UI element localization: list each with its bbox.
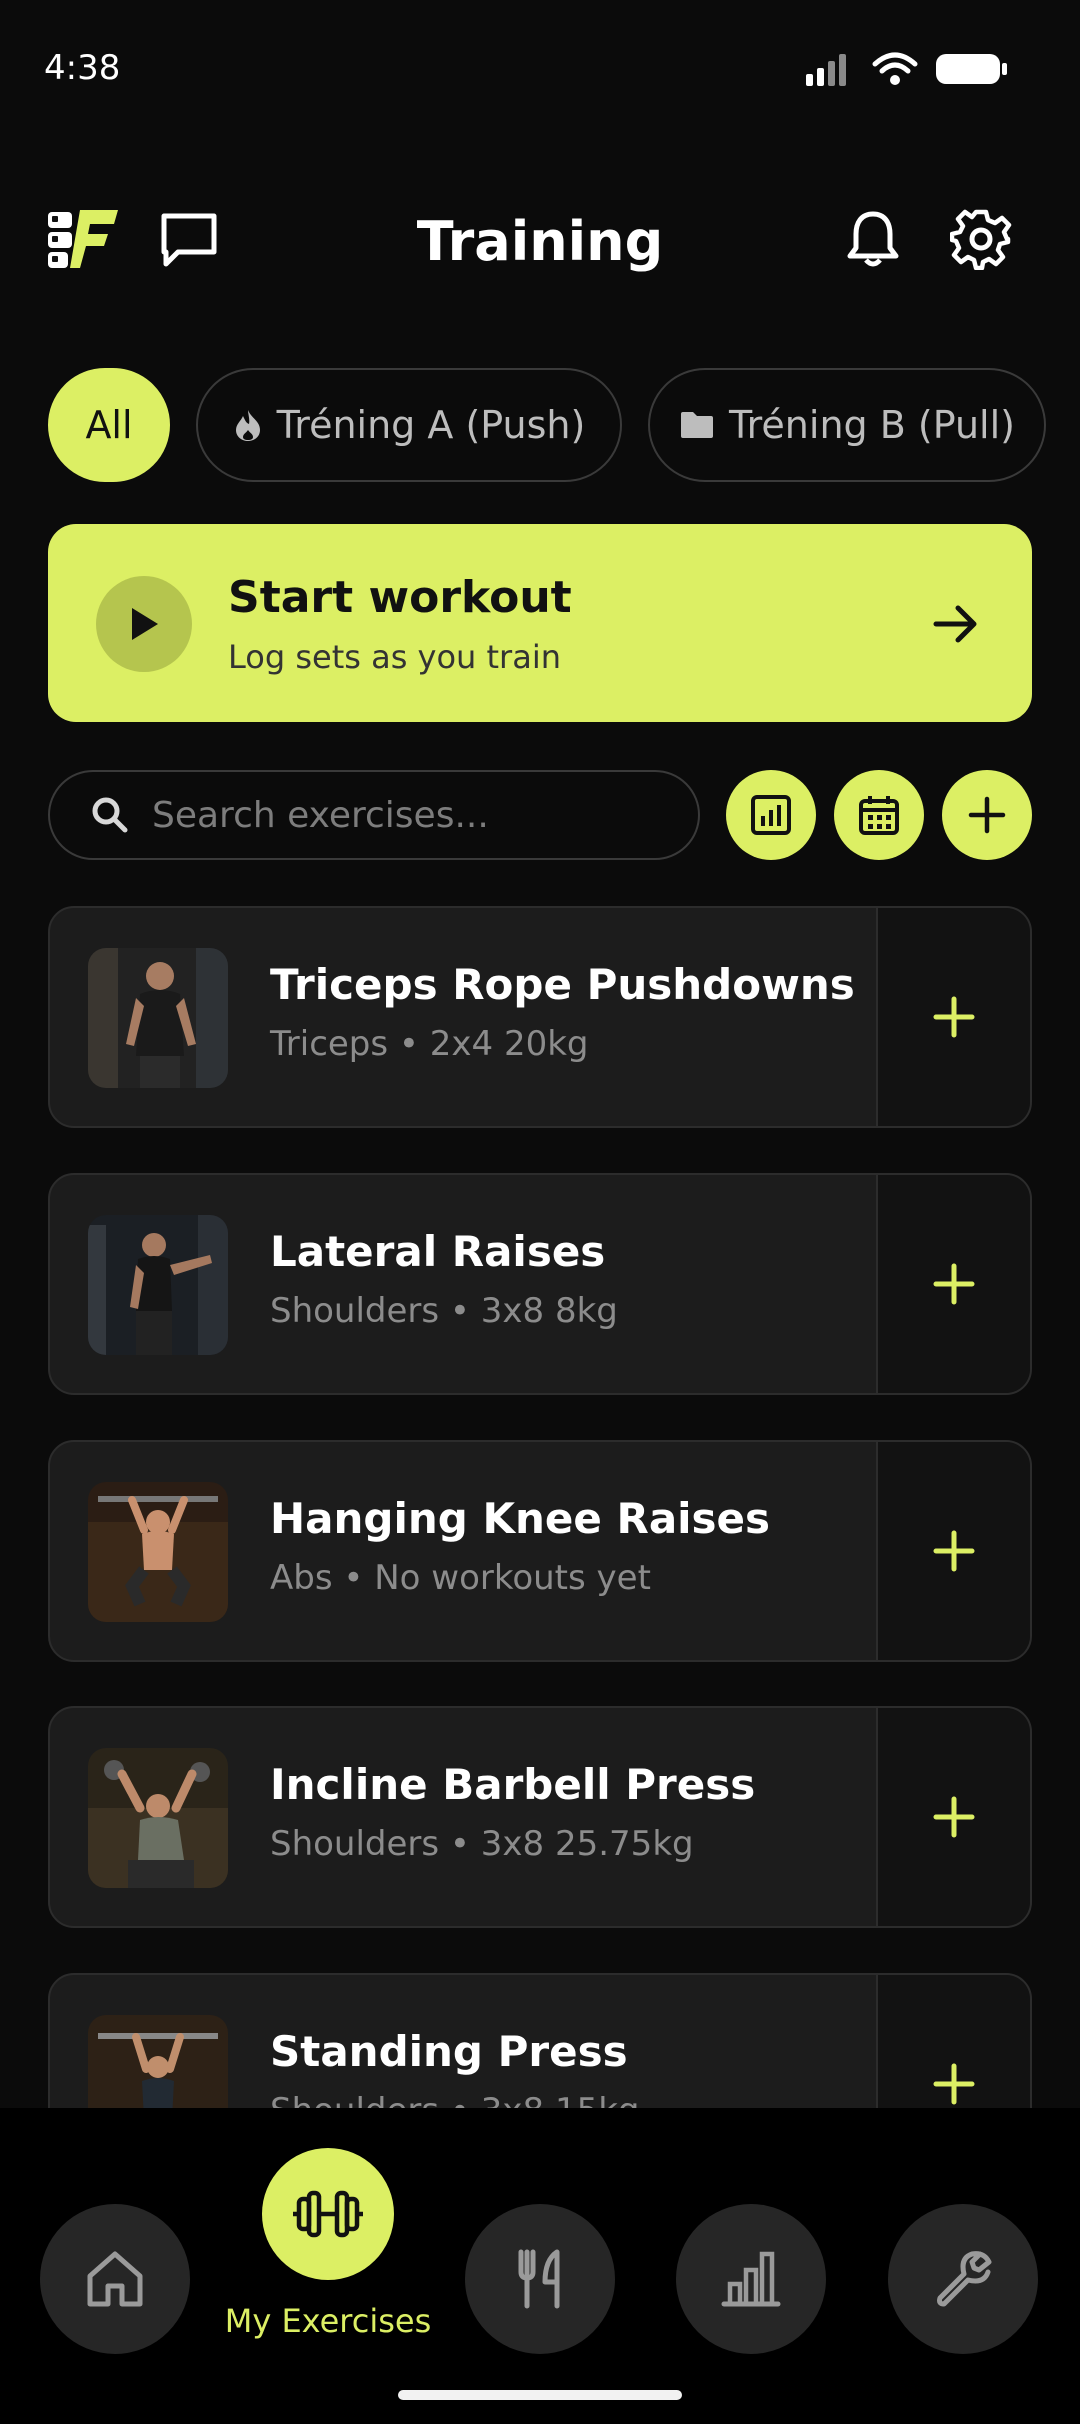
flame-icon [235, 410, 260, 441]
play-button[interactable] [96, 576, 192, 672]
chip-label: Tréning B (Pull) [729, 403, 1015, 447]
app-logo[interactable] [46, 206, 120, 272]
exercise-meta: Triceps • 2x4 20kg [270, 1024, 589, 1064]
add-exercise-button[interactable] [942, 770, 1032, 860]
folder-icon [681, 412, 714, 438]
exercise-card[interactable]: Lateral Raises Shoulders • 3x8 8kg [48, 1173, 1032, 1395]
nav-nutrition[interactable] [465, 2204, 615, 2354]
chip-label: Tréning A (Push) [276, 403, 586, 447]
exercise-card[interactable]: Incline Barbell Press Shoulders • 3x8 25… [48, 1706, 1032, 1928]
exercise-name: Hanging Knee Raises [270, 1494, 771, 1543]
nav-home[interactable] [40, 2204, 190, 2354]
exercise-name: Lateral Raises [270, 1227, 606, 1276]
start-workout-subtitle: Log sets as you train [228, 638, 561, 676]
bottom-nav: My Exercises [0, 2108, 1080, 2424]
status-icons [806, 52, 1008, 86]
add-set-button[interactable] [876, 1175, 1030, 1393]
start-workout-title: Start workout [228, 572, 572, 623]
exercise-card[interactable]: Triceps Rope Pushdowns Triceps • 2x4 20k… [48, 906, 1032, 1128]
add-set-button[interactable] [876, 908, 1030, 1126]
dumbbell-icon [293, 2190, 363, 2238]
play-icon [132, 608, 158, 640]
nav-label-my-exercises: My Exercises [224, 2302, 432, 2340]
exercise-thumbnail [88, 1482, 228, 1622]
home-indicator [398, 2390, 682, 2400]
plus-icon [933, 2063, 975, 2105]
exercise-name: Triceps Rope Pushdowns [270, 960, 855, 1009]
plus-icon [933, 1796, 975, 1838]
chip-training-b[interactable]: Tréning B (Pull) [648, 368, 1046, 482]
exercise-card[interactable]: Hanging Knee Raises Abs • No workouts ye… [48, 1440, 1032, 1662]
exercise-meta: Shoulders • 3x8 8kg [270, 1291, 618, 1331]
report-chart-icon [751, 795, 791, 835]
plus-icon [933, 1263, 975, 1305]
gear-icon[interactable] [949, 208, 1012, 271]
calendar-icon [859, 796, 899, 835]
search-input[interactable] [150, 793, 674, 837]
chat-icon[interactable] [158, 208, 220, 270]
exercise-card[interactable]: Standing Press Shoulders • 3x8 15kg [48, 1973, 1032, 2108]
exercise-meta: Abs • No workouts yet [270, 1558, 651, 1598]
wrench-icon [937, 2251, 992, 2307]
add-set-button[interactable] [876, 1975, 1030, 2108]
signal-icon [806, 54, 846, 86]
plus-icon [933, 996, 975, 1038]
stats-button[interactable] [726, 770, 816, 860]
exercise-meta: Shoulders • 3x8 25.75kg [270, 1824, 694, 1864]
exercise-name: Standing Press [270, 2027, 628, 2076]
add-set-button[interactable] [876, 1442, 1030, 1660]
chip-label: All [85, 403, 133, 447]
exercise-thumbnail [88, 948, 228, 1088]
battery-icon [936, 54, 1007, 84]
exercise-meta: Shoulders • 3x8 15kg [270, 2091, 640, 2108]
nav-stats[interactable] [676, 2204, 826, 2354]
status-time: 4:38 [44, 48, 121, 88]
plus-icon [968, 796, 1006, 834]
exercise-list[interactable]: Triceps Rope Pushdowns Triceps • 2x4 20k… [0, 900, 1080, 2108]
plus-icon [933, 1530, 975, 1572]
bell-icon[interactable] [842, 208, 904, 270]
search-icon [92, 797, 128, 833]
fork-knife-icon [518, 2249, 560, 2309]
wifi-icon [872, 52, 918, 85]
nav-my-exercises[interactable] [262, 2148, 394, 2280]
exercise-thumbnail [88, 2015, 228, 2108]
exercise-name: Incline Barbell Press [270, 1760, 756, 1809]
bar-chart-icon [721, 2251, 781, 2307]
chip-all[interactable]: All [48, 368, 170, 482]
calendar-button[interactable] [834, 770, 924, 860]
arrow-right-icon [933, 605, 977, 643]
exercise-thumbnail [88, 1748, 228, 1888]
start-workout-card[interactable]: Start workout Log sets as you train [48, 524, 1032, 722]
exercise-thumbnail [88, 1215, 228, 1355]
chip-training-a[interactable]: Tréning A (Push) [196, 368, 622, 482]
add-set-button[interactable] [876, 1708, 1030, 1926]
nav-tools[interactable] [888, 2204, 1038, 2354]
search-bar[interactable] [48, 770, 700, 860]
home-icon [87, 2251, 143, 2307]
